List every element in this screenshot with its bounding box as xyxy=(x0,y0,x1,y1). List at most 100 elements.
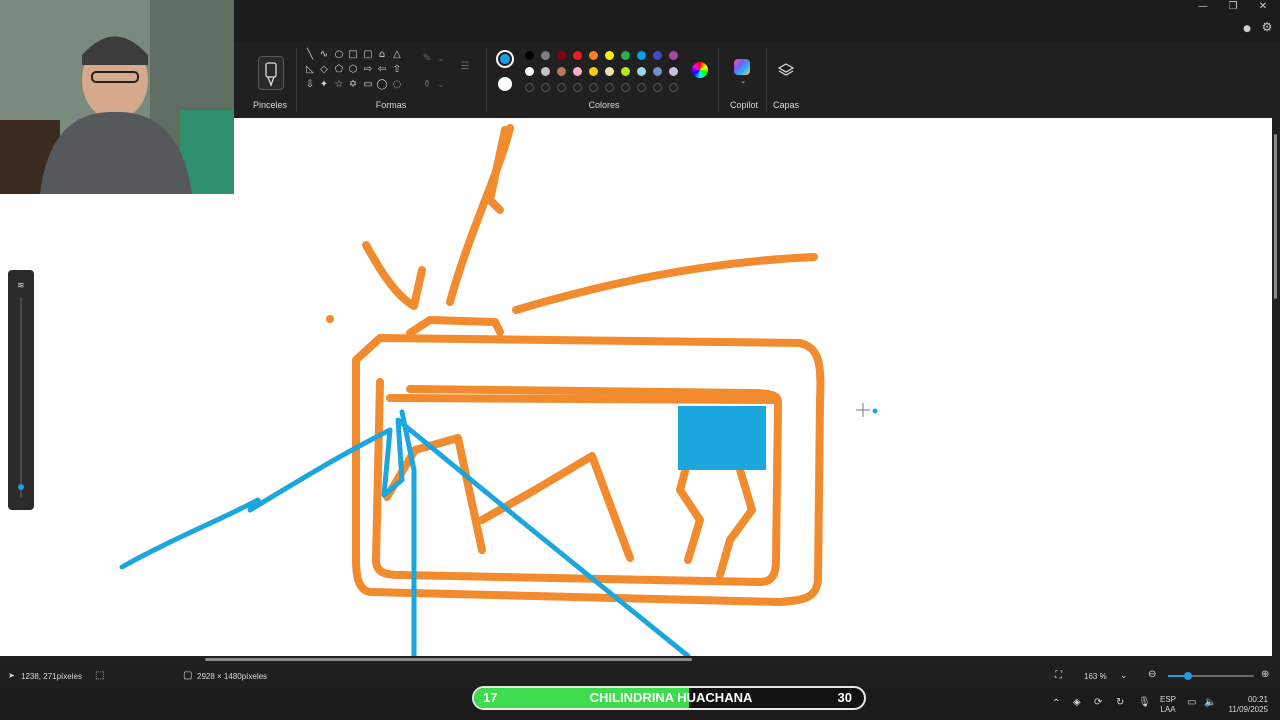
color-swatch[interactable] xyxy=(541,51,550,60)
scroll-thumb[interactable] xyxy=(205,658,692,661)
curve-shape-icon[interactable]: ∿ xyxy=(317,48,331,62)
custom-color-slot[interactable] xyxy=(589,83,598,92)
custom-color-slot[interactable] xyxy=(653,83,662,92)
color-swatch[interactable] xyxy=(557,67,566,76)
six-point-star-shape-icon[interactable]: ✡ xyxy=(346,78,360,92)
orange-dot xyxy=(326,315,334,323)
color-swatch[interactable] xyxy=(573,67,582,76)
triangle-shape-icon[interactable]: △ xyxy=(390,48,404,62)
right-triangle-shape-icon[interactable]: ◺ xyxy=(303,63,317,77)
horizontal-scrollbar[interactable] xyxy=(0,656,1280,664)
diamond-shape-icon[interactable]: ◇ xyxy=(317,63,331,77)
restore-button[interactable]: ❐ xyxy=(1218,0,1248,14)
color-swatch[interactable] xyxy=(541,67,550,76)
down-arrow-shape-icon[interactable]: ⇩ xyxy=(303,78,317,92)
hexagon-shape-icon[interactable]: ⬡ xyxy=(346,63,360,77)
custom-color-slot[interactable] xyxy=(573,83,582,92)
pentagon-shape-icon[interactable]: ⬠ xyxy=(332,63,346,77)
color-swatch[interactable] xyxy=(653,67,662,76)
color-swatch[interactable] xyxy=(653,51,662,60)
color-swatch[interactable] xyxy=(621,51,630,60)
color-swatch[interactable] xyxy=(525,67,534,76)
color-swatch[interactable] xyxy=(605,51,614,60)
custom-color-slot[interactable] xyxy=(557,83,566,92)
slider-track xyxy=(20,298,22,498)
line-shape-icon[interactable]: ╲ xyxy=(303,48,317,62)
ribbon-divider xyxy=(296,48,297,112)
secondary-color-swatch[interactable] xyxy=(498,77,512,91)
layers-icon[interactable] xyxy=(777,62,795,78)
custom-color-slot[interactable] xyxy=(621,83,630,92)
color-swatch[interactable] xyxy=(637,51,646,60)
rectangle-shape-icon[interactable]: □ xyxy=(346,48,360,62)
fill-icon[interactable]: ⚱ xyxy=(420,78,434,92)
brush-size-slider[interactable]: ≋ xyxy=(8,270,34,510)
callout-cloud-shape-icon[interactable]: ◌ xyxy=(390,78,404,92)
microphone-icon[interactable]: 🎙 xyxy=(1138,697,1151,708)
callout-rect-shape-icon[interactable]: ▭ xyxy=(361,78,375,92)
five-point-star-shape-icon[interactable]: ☆ xyxy=(332,78,346,92)
callout-oval-shape-icon[interactable]: ◯ xyxy=(375,78,389,92)
orange-stroke xyxy=(676,456,704,564)
four-point-star-shape-icon[interactable]: ✦ xyxy=(317,78,331,92)
clock[interactable]: 00:21 11/09/2025 xyxy=(1226,695,1268,715)
custom-color-slot[interactable] xyxy=(541,83,550,92)
sync-icon[interactable]: ⟳ xyxy=(1094,697,1102,708)
speaker-icon[interactable]: 🔈 xyxy=(1204,697,1216,708)
chevron-down-icon[interactable]: ⌄ xyxy=(434,52,448,66)
zoom-dropdown[interactable]: 163 % ⌄ xyxy=(1078,668,1134,683)
ribbon-divider xyxy=(766,48,767,112)
chevron-down-icon: ⌄ xyxy=(1120,670,1128,680)
size-icon[interactable]: ☰ xyxy=(458,60,472,74)
custom-color-slot[interactable] xyxy=(605,83,614,92)
zoom-slider-thumb[interactable] xyxy=(1184,672,1192,680)
color-swatch[interactable] xyxy=(669,67,678,76)
color-picker-wheel-icon[interactable] xyxy=(692,62,708,78)
blue-stroke xyxy=(381,417,691,659)
oval-shape-icon[interactable]: ○ xyxy=(332,48,346,62)
zoom-in-icon[interactable]: ⊕ xyxy=(1261,669,1269,680)
minimize-button[interactable]: — xyxy=(1188,0,1218,14)
chevron-up-icon[interactable]: ⌃ xyxy=(1052,698,1060,709)
drawing-strokes xyxy=(119,124,878,659)
custom-color-slot[interactable] xyxy=(637,83,646,92)
custom-color-slot[interactable] xyxy=(669,83,678,92)
settings-gear-icon[interactable]: ⚙ xyxy=(1252,20,1280,34)
color-swatch[interactable] xyxy=(589,67,598,76)
scroll-thumb[interactable] xyxy=(1274,134,1277,299)
language-indicator[interactable]: ESP LAA xyxy=(1160,695,1176,715)
color-swatch[interactable] xyxy=(669,51,678,60)
refresh-icon[interactable]: ↻ xyxy=(1116,697,1124,708)
slider-thumb[interactable] xyxy=(18,484,24,490)
polygon-shape-icon[interactable]: ⌂ xyxy=(375,48,389,62)
brush-button[interactable] xyxy=(258,56,284,90)
color-swatch[interactable] xyxy=(637,67,646,76)
chevron-down-icon[interactable]: ⌄ xyxy=(736,74,750,88)
app-tray-icon[interactable]: ◈ xyxy=(1073,697,1081,708)
canvas-size-icon: ▢ xyxy=(183,670,193,681)
copilot-icon[interactable] xyxy=(734,59,750,75)
zoom-slider[interactable] xyxy=(1168,672,1254,680)
vertical-scrollbar[interactable] xyxy=(1272,118,1280,656)
close-button[interactable]: ✕ xyxy=(1248,0,1278,14)
outline-icon[interactable]: ✎ xyxy=(420,52,434,66)
color-swatch[interactable] xyxy=(605,67,614,76)
color-swatch[interactable] xyxy=(525,51,534,60)
primary-color-swatch[interactable] xyxy=(496,50,514,68)
up-arrow-shape-icon[interactable]: ⇧ xyxy=(390,63,404,77)
fit-to-window-icon[interactable]: ⛶ xyxy=(1055,670,1062,681)
zoom-out-icon[interactable]: ⊖ xyxy=(1148,669,1156,680)
right-arrow-shape-icon[interactable]: ⇨ xyxy=(361,63,375,77)
drawing-canvas[interactable] xyxy=(0,118,1272,659)
color-swatch[interactable] xyxy=(557,51,566,60)
color-swatch[interactable] xyxy=(589,51,598,60)
rounded-rectangle-shape-icon[interactable]: ▢ xyxy=(361,48,375,62)
chevron-down-icon[interactable]: ⌄ xyxy=(434,78,448,92)
custom-color-slot[interactable] xyxy=(525,83,534,92)
cursor-dot xyxy=(872,408,878,414)
display-icon[interactable]: ▭ xyxy=(1187,697,1196,708)
left-arrow-shape-icon[interactable]: ⇦ xyxy=(375,63,389,77)
layers-label: Capas xyxy=(772,100,799,110)
color-swatch[interactable] xyxy=(621,67,630,76)
color-swatch[interactable] xyxy=(573,51,582,60)
